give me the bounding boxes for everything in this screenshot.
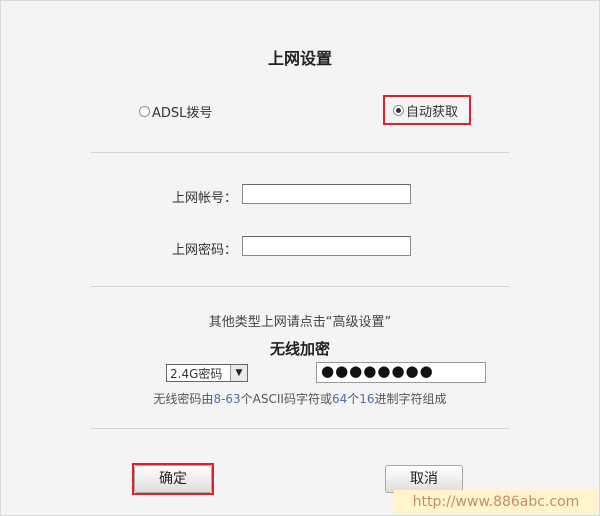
note-text: 个 [347,392,360,406]
divider [91,152,509,153]
band-select[interactable]: 2.4G密码 ▼ [166,364,248,382]
radio-selected-dot [396,107,401,113]
ok-button-highlight: 确定 [132,463,214,495]
account-label: 上网帐号： [171,191,237,206]
radio-adsl-label: ADSL拨号 [152,105,213,121]
note-text: 个ASCII码字符或 [240,392,332,406]
settings-panel: 上网设置 ADSL拨号 自动获取 上网帐号： 上网密码： 其他类型上网请点击“高… [0,0,600,516]
note-text: 进制字符组成 [374,392,447,406]
radio-auto-circle[interactable] [393,104,404,116]
radio-adsl-circle[interactable] [139,105,150,117]
advanced-settings-hint: 其他类型上网请点击“高级设置” [208,315,392,330]
password-label: 上网密码： [171,243,237,258]
note-number: 16 [359,392,375,406]
divider [91,428,509,429]
radio-adsl[interactable]: ADSL拨号 [139,101,212,121]
band-select-value: 2.4G密码 [170,366,223,381]
radio-auto[interactable]: 自动获取 [383,95,471,125]
account-input[interactable] [242,184,411,204]
note-number: 8-63 [213,392,241,406]
note-text: 无线密码由 [153,392,214,406]
divider [91,286,509,287]
cancel-button[interactable]: 取消 [385,465,463,493]
note-number: 64 [331,392,348,406]
page-title: 上网设置 [267,49,332,68]
ok-button[interactable]: 确定 [134,465,212,493]
wireless-subtitle: 无线加密 [269,340,330,358]
password-input[interactable] [242,236,411,256]
radio-auto-label: 自动获取 [406,104,459,120]
chevron-down-icon[interactable]: ▼ [230,365,247,381]
wireless-password-note: 无线密码由8-63个ASCII码字符或64个16进制字符组成 [1,390,599,407]
watermark: http://www.886abc.com [394,490,598,514]
wireless-password-input[interactable]: ●●●●●●●● [316,362,486,383]
